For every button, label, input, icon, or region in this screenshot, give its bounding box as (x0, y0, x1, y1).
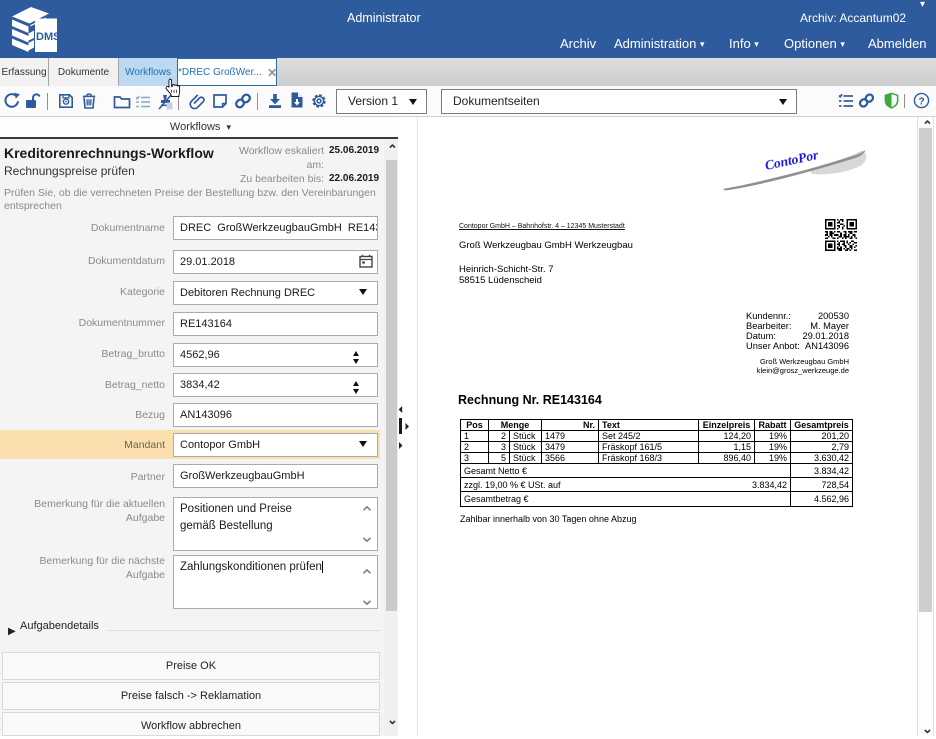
svg-text:DMS: DMS (36, 31, 59, 43)
svg-text:?: ? (918, 96, 924, 107)
